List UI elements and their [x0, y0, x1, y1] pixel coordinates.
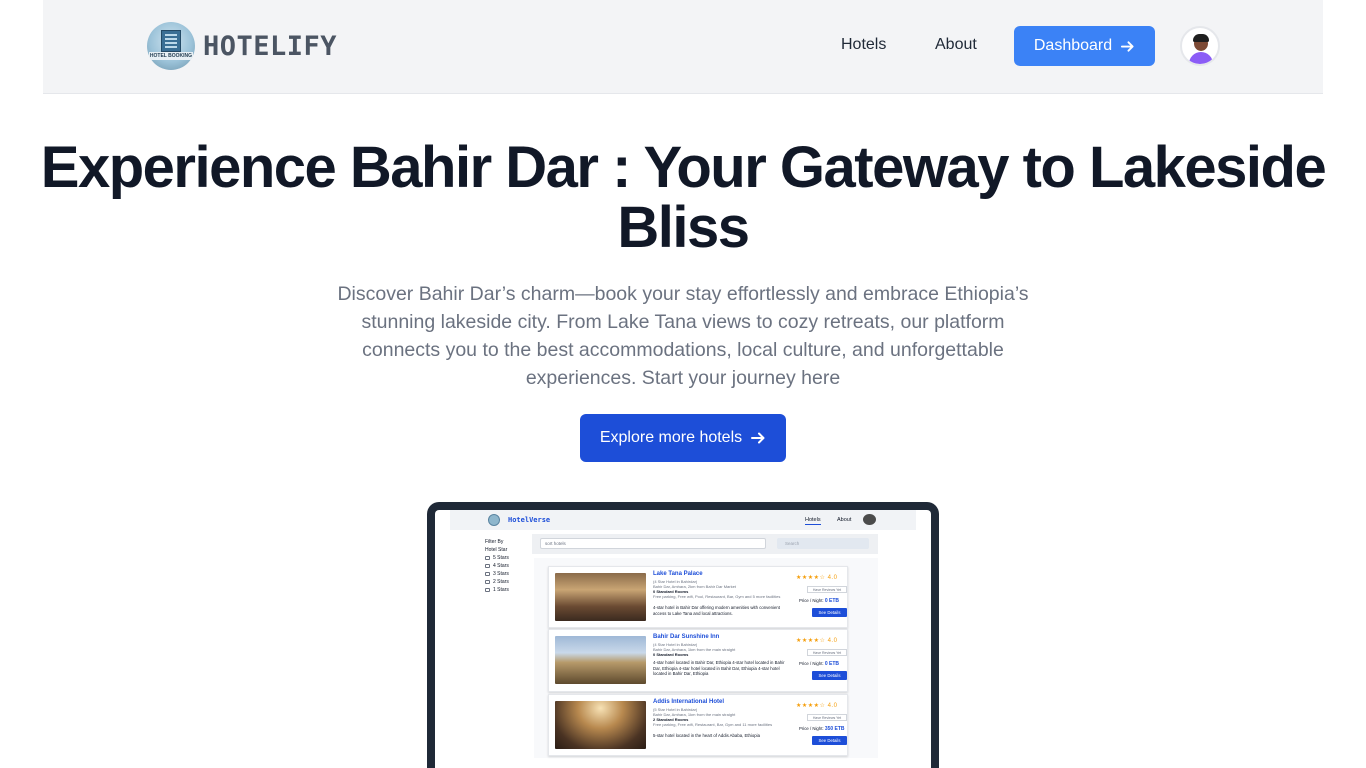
- preview-toolbar: sort hotels Search: [532, 534, 878, 554]
- brand-name: HOTELIFY: [203, 30, 338, 62]
- arrow-right-icon: [1121, 40, 1134, 52]
- preview-nav-hotels: Hotels: [805, 517, 821, 525]
- preview-sort-select: sort hotels: [540, 538, 766, 549]
- nav-link-about[interactable]: About: [935, 36, 977, 54]
- nav-link-hotels[interactable]: Hotels: [841, 36, 886, 54]
- preview-logo-icon: [488, 514, 500, 526]
- top-navbar: HOTEL BOOKING HOTELIFY Hotels About Dash…: [43, 0, 1323, 94]
- hotel-thumbnail: [555, 573, 646, 621]
- preview-hotel-card: Bahir Dar Sunshine Inn (4 Star Hotel in …: [548, 629, 848, 692]
- preview-star-filter: Filter By Hotel Star 5 Stars 4 Stars 3 S…: [485, 539, 509, 593]
- laptop-preview-frame: HotelVerse Hotels About Filter By Hotel …: [427, 502, 939, 768]
- hotel-thumbnail: [555, 701, 646, 749]
- preview-search-input: Search: [777, 538, 869, 549]
- hotel-thumbnail: [555, 636, 646, 684]
- user-avatar[interactable]: [1180, 26, 1220, 66]
- preview-nav-about: About: [837, 517, 852, 523]
- explore-button-label: Explore more hotels: [599, 429, 743, 446]
- hotel-logo-icon: HOTEL BOOKING: [147, 22, 195, 70]
- preview-brand: HotelVerse: [508, 516, 551, 524]
- dashboard-button-label: Dashboard: [1033, 37, 1113, 54]
- preview-hotel-card: Addis International Hotel (5 Star Hotel …: [548, 694, 848, 756]
- preview-screen: HotelVerse Hotels About Filter By Hotel …: [435, 510, 931, 768]
- preview-avatar: [863, 514, 876, 525]
- hero-title: Experience Bahir Dar : Your Gateway to L…: [40, 135, 1327, 260]
- arrow-right-icon: [751, 432, 765, 444]
- explore-hotels-button[interactable]: Explore more hotels: [580, 414, 786, 462]
- preview-navbar: HotelVerse Hotels About: [450, 510, 916, 530]
- preview-hotel-card: Lake Tana Palace (4 Star Hotel in Bahird…: [548, 566, 848, 628]
- dashboard-button[interactable]: Dashboard: [1014, 26, 1155, 66]
- brand-logo-link[interactable]: HOTEL BOOKING HOTELIFY: [147, 22, 337, 70]
- preview-hotel-list: Lake Tana Palace (4 Star Hotel in Bahird…: [534, 558, 878, 758]
- hero-subtitle: Discover Bahir Dar’s charm—book your sta…: [337, 283, 1029, 389]
